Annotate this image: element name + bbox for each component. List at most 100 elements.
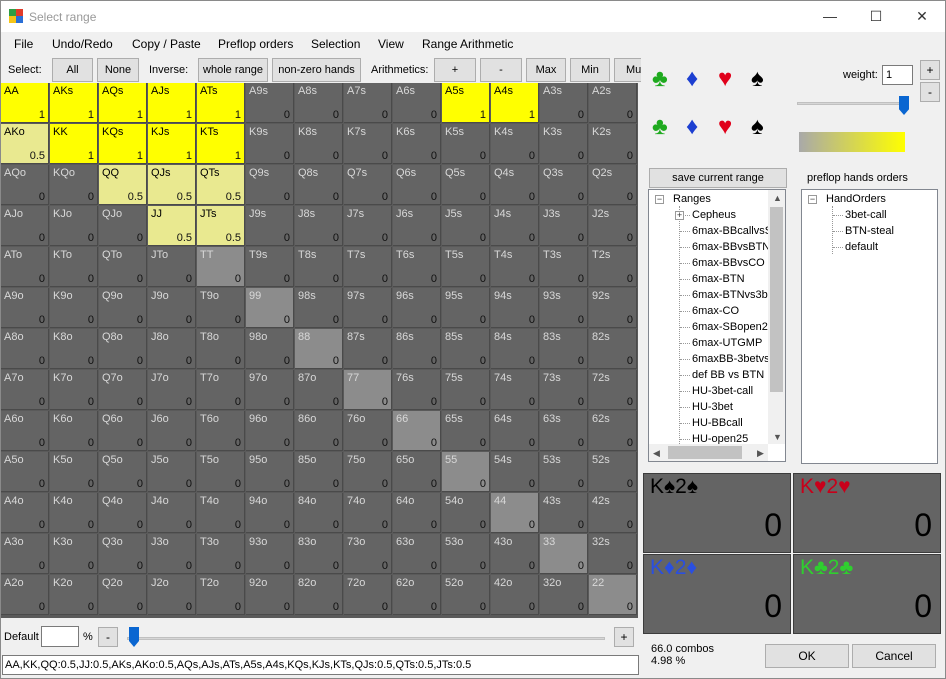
hand-cell[interactable]: 82o 0: [295, 575, 343, 615]
hand-cell[interactable]: T5s 0: [442, 247, 490, 287]
hand-cell[interactable]: 53s 0: [540, 452, 588, 492]
combo-cell[interactable]: K♠2♠ 0: [643, 473, 791, 553]
hand-cell[interactable]: Q3s 0: [540, 165, 588, 205]
hand-cell[interactable]: Q6o 0: [99, 411, 147, 451]
hand-cell[interactable]: A2o 0: [1, 575, 49, 615]
hand-cell[interactable]: K5o 0: [50, 452, 98, 492]
hand-cell[interactable]: ATo 0: [1, 247, 49, 287]
tree-item[interactable]: 3bet-call: [845, 209, 887, 221]
hand-cell[interactable]: 99 0: [246, 288, 294, 328]
hand-cell[interactable]: J4s 0: [491, 206, 539, 246]
hand-cell[interactable]: J2o 0: [148, 575, 196, 615]
hand-cell[interactable]: 55 0: [442, 452, 490, 492]
minimize-icon[interactable]: —: [807, 1, 853, 32]
hand-cell[interactable]: K2o 0: [50, 575, 98, 615]
hand-cell[interactable]: A3s 0: [540, 83, 588, 123]
ok-button[interactable]: OK: [765, 644, 849, 668]
hand-cell[interactable]: AA 1: [1, 83, 49, 123]
hand-cell[interactable]: QQ 0.5: [99, 165, 147, 205]
hand-cell[interactable]: K5s 0: [442, 124, 490, 164]
tree-item[interactable]: 6max-BTNvs3be: [692, 289, 774, 301]
hand-cell[interactable]: 86s 0: [393, 329, 441, 369]
hand-cell[interactable]: K2s 0: [589, 124, 637, 164]
spade-icon[interactable]: ♠: [751, 65, 764, 93]
hand-cell[interactable]: 52o 0: [442, 575, 490, 615]
hand-cell[interactable]: QJo 0: [99, 206, 147, 246]
menu-copy-paste[interactable]: Copy / Paste: [132, 37, 201, 51]
scroll-right-icon[interactable]: ▶: [757, 448, 764, 459]
hand-cell[interactable]: K4s 0: [491, 124, 539, 164]
tree-item[interactable]: HU-3bet: [692, 401, 733, 413]
hand-cell[interactable]: 54s 0: [491, 452, 539, 492]
inverse-non-zero-button[interactable]: non-zero hands: [272, 58, 361, 82]
tree-item[interactable]: def BB vs BTN: [692, 369, 764, 381]
hand-cell[interactable]: Q6s 0: [393, 165, 441, 205]
hand-cell[interactable]: J7o 0: [148, 370, 196, 410]
combo-cell[interactable]: K♦2♦ 0: [643, 554, 791, 634]
tree-root[interactable]: Ranges: [673, 193, 711, 205]
hand-cell[interactable]: 97s 0: [344, 288, 392, 328]
hand-cell[interactable]: J4o 0: [148, 493, 196, 533]
hand-cell[interactable]: 73s 0: [540, 370, 588, 410]
menu-file[interactable]: File: [14, 37, 33, 51]
hand-cell[interactable]: 73o 0: [344, 534, 392, 574]
spade-icon[interactable]: ♠: [751, 113, 764, 141]
hand-cell[interactable]: A8s 0: [295, 83, 343, 123]
combo-cell[interactable]: K♥2♥ 0: [793, 473, 941, 553]
hand-cell[interactable]: 65s 0: [442, 411, 490, 451]
hand-cell[interactable]: 82s 0: [589, 329, 637, 369]
hand-cell[interactable]: 84o 0: [295, 493, 343, 533]
inverse-whole-range-button[interactable]: whole range: [198, 58, 268, 82]
hand-cell[interactable]: 88 0: [295, 329, 343, 369]
hand-cell[interactable]: K8s 0: [295, 124, 343, 164]
cancel-button[interactable]: Cancel: [852, 644, 936, 668]
collapse-icon[interactable]: −: [808, 195, 817, 204]
hand-cell[interactable]: J8s 0: [295, 206, 343, 246]
hand-cell[interactable]: 94o 0: [246, 493, 294, 533]
hand-cell[interactable]: K3s 0: [540, 124, 588, 164]
hand-cell[interactable]: 92s 0: [589, 288, 637, 328]
hand-cell[interactable]: T7o 0: [197, 370, 245, 410]
hand-cell[interactable]: 64s 0: [491, 411, 539, 451]
hand-cell[interactable]: K9s 0: [246, 124, 294, 164]
hand-cell[interactable]: 86o 0: [295, 411, 343, 451]
hand-cell[interactable]: A6o 0: [1, 411, 49, 451]
hand-cell[interactable]: AJo 0: [1, 206, 49, 246]
hand-cell[interactable]: KTo 0: [50, 247, 98, 287]
close-icon[interactable]: ✕: [899, 1, 945, 32]
hand-cell[interactable]: A4s 1: [491, 83, 539, 123]
arith-min-button[interactable]: Min: [570, 58, 610, 82]
diamond-icon[interactable]: ♦: [686, 113, 698, 141]
menu-selection[interactable]: Selection: [311, 37, 360, 51]
hand-cell[interactable]: 75s 0: [442, 370, 490, 410]
tree-item[interactable]: HU-3bet-call: [692, 385, 753, 397]
hand-cell[interactable]: K7o 0: [50, 370, 98, 410]
ranges-hscroll-thumb[interactable]: [668, 446, 742, 459]
hand-cell[interactable]: KQo 0: [50, 165, 98, 205]
hand-cell[interactable]: J9o 0: [148, 288, 196, 328]
hand-cell[interactable]: 54o 0: [442, 493, 490, 533]
heart-icon[interactable]: ♥: [718, 65, 732, 93]
hand-cell[interactable]: A5o 0: [1, 452, 49, 492]
hand-cell[interactable]: 93s 0: [540, 288, 588, 328]
hand-cell[interactable]: 72o 0: [344, 575, 392, 615]
hand-cell[interactable]: Q5o 0: [99, 452, 147, 492]
hand-cell[interactable]: Q9o 0: [99, 288, 147, 328]
hand-cell[interactable]: K9o 0: [50, 288, 98, 328]
hand-cell[interactable]: 53o 0: [442, 534, 490, 574]
hand-cell[interactable]: 33 0: [540, 534, 588, 574]
hand-cell[interactable]: 94s 0: [491, 288, 539, 328]
hand-cell[interactable]: 65o 0: [393, 452, 441, 492]
select-all-button[interactable]: All: [52, 58, 93, 82]
hand-cell[interactable]: 42s 0: [589, 493, 637, 533]
hand-cell[interactable]: J6o 0: [148, 411, 196, 451]
ranges-scroll-thumb[interactable]: [770, 207, 783, 392]
hand-cell[interactable]: 83o 0: [295, 534, 343, 574]
default-slider-thumb[interactable]: [129, 627, 139, 647]
hand-cell[interactable]: A9o 0: [1, 288, 49, 328]
heart-icon[interactable]: ♥: [718, 113, 732, 141]
default-increase-button[interactable]: +: [614, 627, 634, 647]
hand-cell[interactable]: AQo 0: [1, 165, 49, 205]
hand-cell[interactable]: 75o 0: [344, 452, 392, 492]
tree-item[interactable]: 6max-CO: [692, 305, 739, 317]
